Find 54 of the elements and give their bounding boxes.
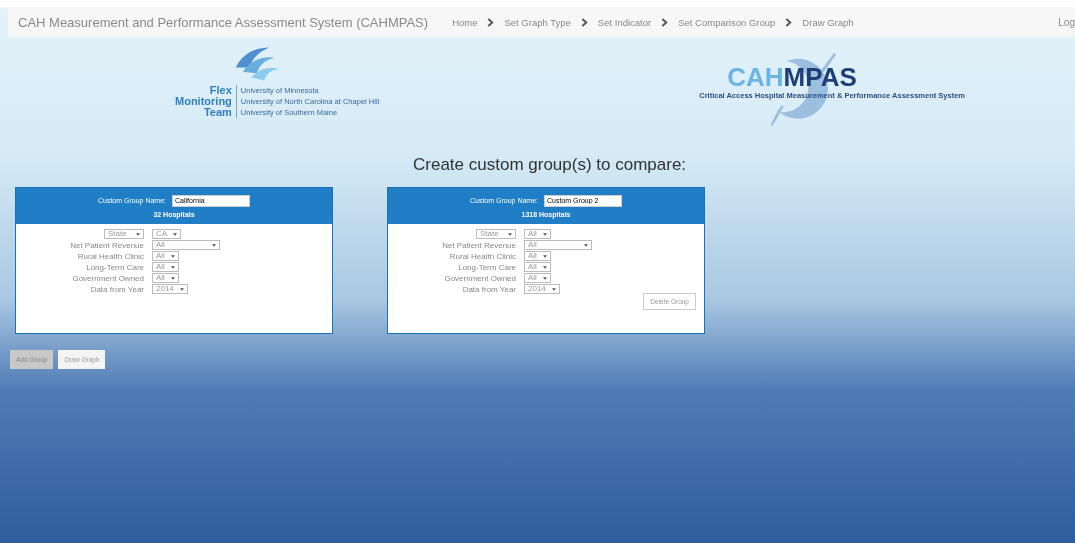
filter-label: Government Owned <box>72 273 144 283</box>
filter-dropdown[interactable]: All <box>524 273 551 283</box>
caret-icon <box>551 287 556 291</box>
filter-dropdown[interactable]: 2014 <box>524 284 560 294</box>
caret-icon <box>212 243 216 247</box>
filter-dropdown[interactable]: 2014 <box>152 284 188 294</box>
logo-word: Monitoring <box>175 96 232 107</box>
app-title[interactable]: CAH Measurement and Performance Assessment System (CAHMPAS) <box>18 14 429 30</box>
chevron-icon <box>580 17 588 27</box>
filter-dropdown[interactable]: CA <box>152 229 182 239</box>
filter-label: Data from Year <box>462 284 516 294</box>
caret-icon <box>542 265 547 269</box>
filter-dropdown[interactable]: All <box>524 262 551 272</box>
filter-label: Data from Year <box>90 284 144 294</box>
caret-icon <box>508 232 512 236</box>
filter-dropdown[interactable]: All <box>524 229 551 239</box>
filter-label: Government Owned <box>444 273 516 283</box>
chevron-icon <box>487 17 495 27</box>
filter-dropdown[interactable]: All <box>152 262 179 272</box>
chevron-icon <box>661 17 669 27</box>
breadcrumb-link[interactable]: Set Graph Type <box>504 16 571 28</box>
filter-label: Long-Term Care <box>458 262 516 272</box>
filter-type-dropdown[interactable]: State <box>476 229 516 239</box>
caret-icon <box>542 232 547 236</box>
filter-dropdown[interactable]: All <box>152 273 179 283</box>
logo-word: Flex <box>209 85 232 96</box>
caret-icon <box>179 287 184 291</box>
caret-icon <box>173 232 178 236</box>
filter-label: Rural Health Clinic <box>77 251 144 261</box>
filter-label: Net Patient Revenue <box>70 240 144 250</box>
filter-label: Rural Health Clinic <box>449 251 516 261</box>
caret-icon <box>170 254 175 258</box>
login-link[interactable]: Log <box>1058 16 1075 28</box>
breadcrumb-link[interactable]: Draw Graph <box>802 16 854 28</box>
chevron-icon <box>785 17 793 27</box>
filter-label: Net Patient Revenue <box>442 240 516 250</box>
caret-icon <box>170 276 175 280</box>
caret-icon <box>542 254 547 258</box>
filter-label: Long-Term Care <box>86 262 144 272</box>
caret-icon <box>136 232 140 236</box>
caret-icon <box>542 276 547 280</box>
page-heading: Create custom group(s) to compare: <box>413 155 688 175</box>
filter-type-dropdown[interactable]: State <box>104 229 144 239</box>
filter-dropdown[interactable]: All <box>152 251 179 261</box>
logo-wordmark: CAHMPAS <box>727 63 858 91</box>
filter-dropdown[interactable]: All <box>152 240 220 250</box>
filter-dropdown[interactable]: All <box>524 251 551 261</box>
logo-word: Team <box>203 107 232 118</box>
breadcrumb-link[interactable]: Set Indicator <box>597 16 652 28</box>
filter-dropdown[interactable]: All <box>524 240 592 250</box>
breadcrumb-link[interactable]: Set Comparison Group <box>678 16 776 28</box>
caret-icon <box>584 243 588 247</box>
caret-icon <box>170 265 175 269</box>
breadcrumb-link[interactable]: Home <box>452 16 478 28</box>
